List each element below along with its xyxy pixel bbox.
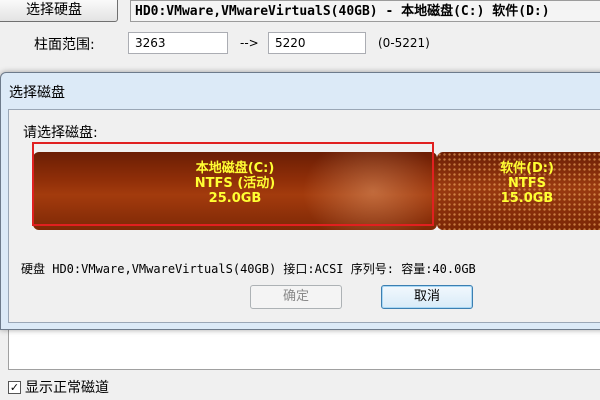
ok-button[interactable]: 确定 (250, 285, 342, 309)
show-normal-tracks-option[interactable]: ✓ 显示正常磁道 (8, 378, 109, 396)
disk-description-field: HD0:VMware,VMwareVirtualS(40GB) - 本地磁盘(C… (130, 0, 600, 22)
cylinder-to-input[interactable]: 5220 (268, 32, 366, 54)
dialog-title: 选择磁盘 (9, 85, 65, 101)
disk-info-line: 硬盘 HD0:VMware,VMwareVirtualS(40GB) 接口:AC… (21, 262, 476, 276)
cylinder-range-label: 柱面范围: (34, 37, 95, 53)
partition-name: 软件(D:) (500, 161, 554, 176)
cylinder-from-input[interactable]: 3263 (128, 32, 228, 54)
partition-size: 15.0GB (500, 191, 554, 206)
selection-highlight-box (32, 142, 434, 226)
partition-filesystem: NTFS (508, 176, 546, 191)
background-panel (8, 325, 600, 370)
show-normal-tracks-checkbox[interactable]: ✓ (8, 380, 21, 394)
cancel-button[interactable]: 取消 (381, 285, 473, 309)
show-normal-tracks-label: 显示正常磁道 (25, 380, 109, 396)
dialog-prompt: 请选择磁盘: (23, 125, 98, 141)
partition-d-bar[interactable]: 软件(D:) NTFS 15.0GB (437, 152, 600, 230)
cylinder-arrow: --> (240, 36, 259, 50)
cylinder-max-range: (0-5221) (378, 36, 430, 50)
select-disk-button[interactable]: 选择硬盘 (0, 0, 118, 22)
